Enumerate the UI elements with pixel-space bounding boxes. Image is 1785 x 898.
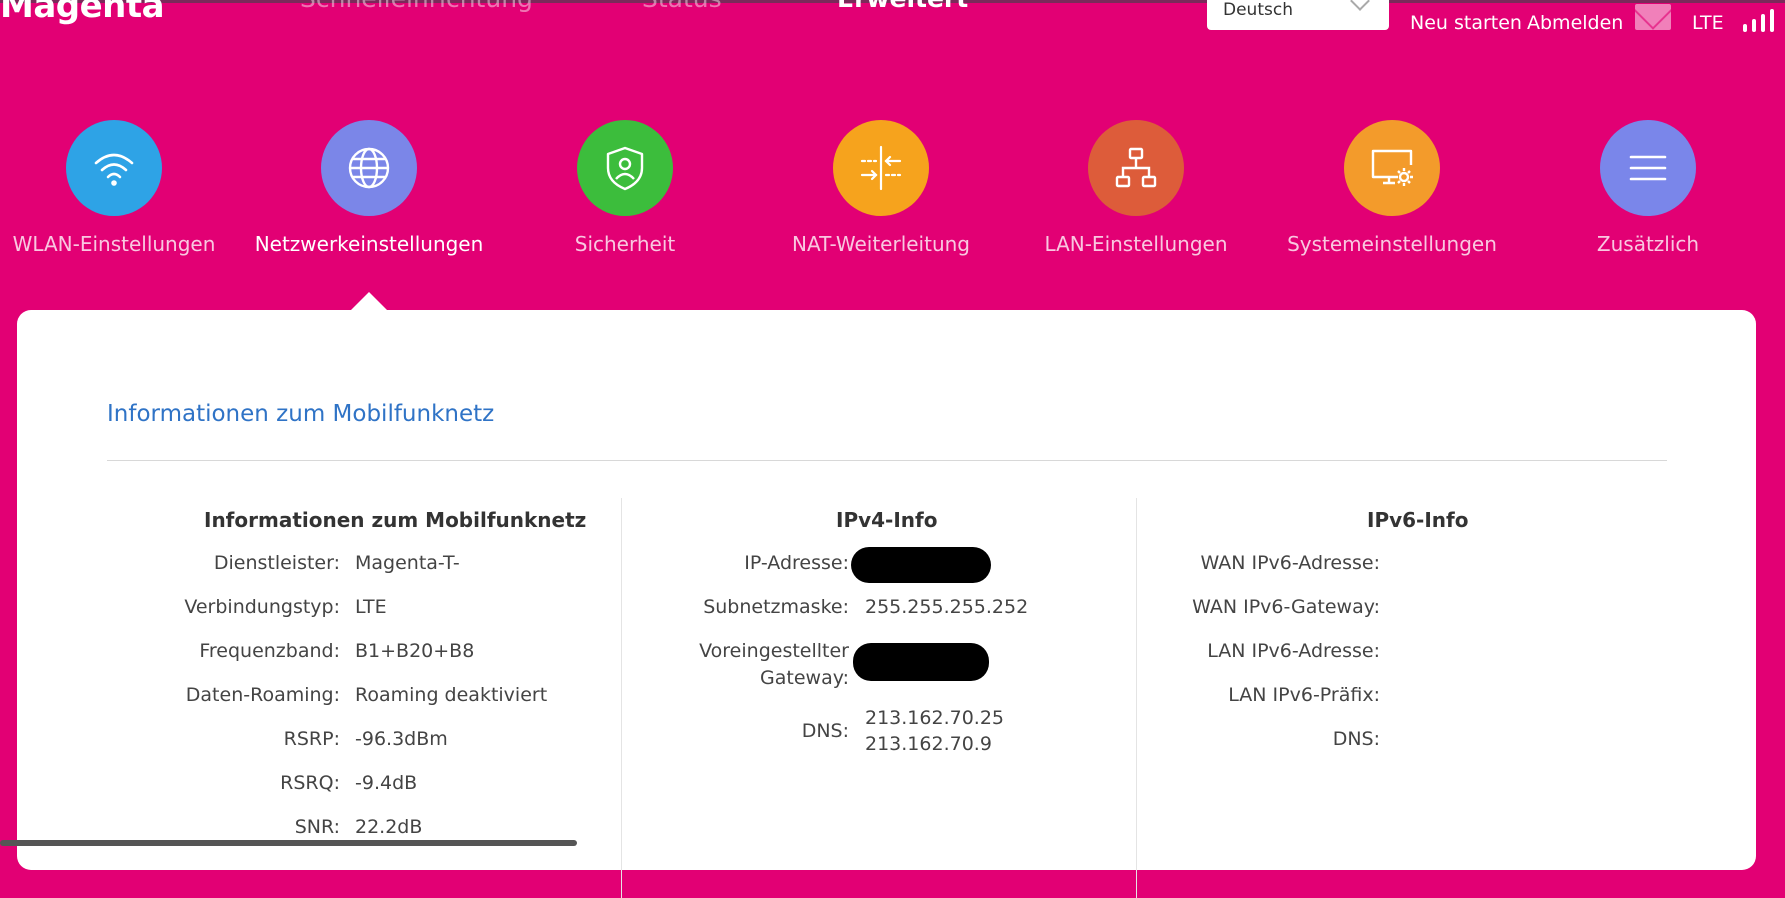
mobile-info-title: Informationen zum Mobilfunknetz [204,508,587,532]
category-nat[interactable]: NAT-Weiterleitung [751,120,1011,256]
subnet-mask-label: Subnetzmaske: [703,596,849,618]
category-more[interactable]: Zusätzlich [1518,120,1778,256]
category-label: WLAN-Einstellungen [12,232,216,256]
category-label: Systemeinstellungen [1287,232,1497,256]
row-label: LAN IPv6-Präfix: [1228,684,1380,706]
category-wlan-circle [66,120,162,216]
column-divider [1136,498,1137,898]
signal-strength-icon [1743,8,1779,32]
section-title: Informationen zum Mobilfunknetz [107,401,495,427]
category-label: LAN-Einstellungen [1044,232,1228,256]
mail-icon[interactable] [1635,4,1671,30]
language-select[interactable]: Deutsch [1207,0,1389,30]
row-label: RSRP: [283,728,340,750]
category-security[interactable]: Sicherheit [495,120,755,256]
ipv4-info-title: IPv4-Info [836,508,938,532]
row-label: Dienstleister: [213,552,340,574]
row-label: DNS: [1332,728,1380,750]
nav-advanced[interactable]: Erweitert [837,0,968,13]
row-value: 22.2dB [355,816,423,838]
row-value: Magenta-T- [355,552,460,574]
category-system[interactable]: Systemeinstellungen [1262,120,1522,256]
wifi-icon [94,153,134,186]
category-security-circle [577,120,673,216]
redacted-ip-address [851,547,991,583]
row-value: -96.3dBm [355,728,448,750]
ip-address-label: IP-Adresse: [744,552,849,574]
category-more-circle [1600,120,1696,216]
section-divider [107,460,1667,461]
category-label: Zusätzlich [1596,232,1700,256]
category-label: NAT-Weiterleitung [791,232,971,256]
active-category-pointer [351,292,387,310]
globe-icon [348,147,390,189]
subnet-mask-value: 255.255.255.252 [865,596,1029,618]
magenta-logo[interactable]: Magenta [0,0,165,26]
ipv6-info-title: IPv6-Info [1367,508,1469,532]
network-tree-icon [1115,147,1157,188]
category-label: Netzwerkeinstellungen [254,232,484,256]
nav-status[interactable]: Status [642,0,722,13]
row-value: B1+B20+B8 [355,640,475,662]
category-system-circle [1344,120,1440,216]
row-label: LAN IPv6-Adresse: [1207,640,1380,662]
category-lan[interactable]: LAN-Einstellungen [1006,120,1266,256]
column-divider [621,498,622,898]
row-label: RSRQ: [280,772,340,794]
content-panel: Informationen zum Mobilfunknetz Informat… [17,310,1756,898]
category-network-circle [321,120,417,216]
row-label: WAN IPv6-Adresse: [1200,552,1380,574]
nav-quick-setup[interactable]: Schnelleinrichtung [300,0,533,13]
dns-label: DNS: [801,720,849,742]
row-value: LTE [355,596,387,618]
row-value: -9.4dB [355,772,418,794]
horizontal-scrollbar[interactable] [0,840,577,846]
row-label: Verbindungstyp: [184,596,340,618]
row-label: Frequenzband: [199,640,340,662]
row-label: WAN IPv6-Gateway: [1192,596,1380,618]
restart-link[interactable]: Neu starten [1410,12,1522,34]
row-label: SNR: [294,816,340,838]
language-value: Deutsch [1223,0,1293,20]
redacted-gateway [853,643,989,681]
chevron-down-icon [1350,0,1370,11]
monitor-gear-icon [1371,149,1413,186]
shield-user-icon [606,146,644,191]
row-label: Daten-Roaming: [185,684,340,706]
menu-icon [1629,155,1667,181]
row-value: Roaming deaktiviert [355,684,548,706]
network-type: LTE [1692,12,1724,34]
logout-link[interactable]: Abmelden [1527,12,1623,34]
nat-arrows-icon [860,145,902,191]
category-label: Sicherheit [574,232,676,256]
category-nat-circle [833,120,929,216]
category-lan-circle [1088,120,1184,216]
category-network[interactable]: Netzwerkeinstellungen [239,120,499,256]
category-wlan[interactable]: WLAN-Einstellungen [0,120,244,256]
